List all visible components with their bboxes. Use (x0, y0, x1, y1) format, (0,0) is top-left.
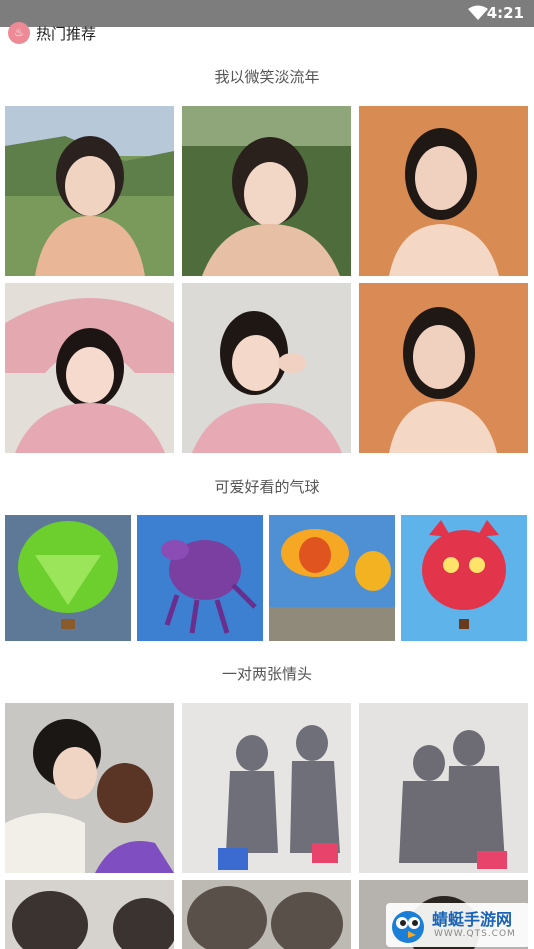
wifi-icon (468, 5, 488, 20)
couple-photo[interactable] (5, 880, 174, 949)
portrait-photo[interactable] (5, 106, 174, 276)
section-title-2: 可爱好看的气球 (214, 478, 320, 496)
section-title-1: 我以微笑淡流年 (214, 68, 320, 86)
site-watermark: 蜻蜓手游网 WWW.QTS.COM (386, 903, 530, 947)
watermark-name: 蜻蜓手游网 (432, 910, 513, 929)
status-time: 4:21 (486, 4, 524, 22)
couple-photo[interactable] (182, 703, 351, 873)
portrait-photo[interactable] (5, 283, 174, 453)
couple-photo[interactable] (5, 703, 174, 873)
balloon-photo[interactable] (269, 515, 395, 641)
dragonfly-logo-icon (392, 911, 424, 943)
app-logo-icon: ♨ (8, 22, 30, 44)
couple-photo[interactable] (182, 880, 351, 949)
watermark-url: WWW.QTS.COM (434, 929, 516, 939)
balloon-photo[interactable] (401, 515, 527, 641)
portrait-photo[interactable] (359, 106, 528, 276)
section-title-3: 一对两张情头 (221, 665, 312, 683)
page-header: ♨ 热门推荐 (0, 22, 534, 48)
portrait-photo[interactable] (182, 283, 351, 453)
couple-photo[interactable] (359, 703, 528, 873)
portrait-photo[interactable] (359, 283, 528, 453)
balloon-photo[interactable] (5, 515, 131, 641)
image-grid-2 (5, 515, 529, 641)
page-title: 热门推荐 (36, 25, 97, 43)
balloon-photo[interactable] (137, 515, 263, 641)
portrait-photo[interactable] (182, 106, 351, 276)
image-grid-1 (5, 106, 529, 453)
